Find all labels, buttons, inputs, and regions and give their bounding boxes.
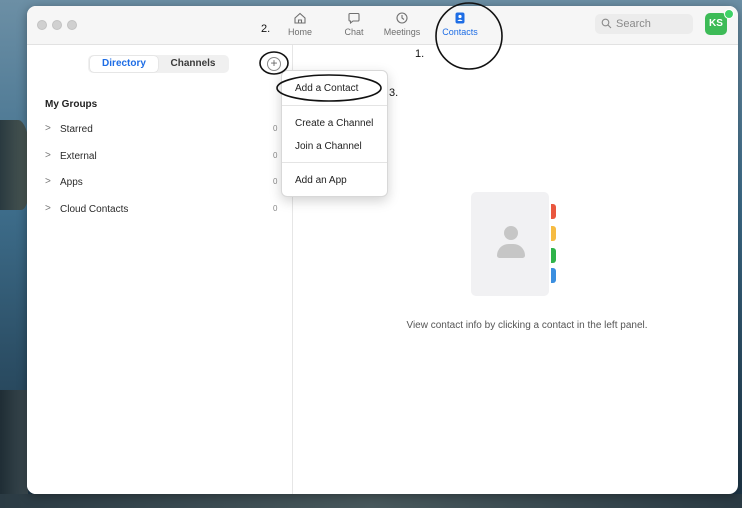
home-icon xyxy=(294,12,306,24)
menu-item-join-channel[interactable]: Join a Channel xyxy=(282,137,387,157)
group-count: 0 xyxy=(273,151,278,160)
person-icon-head xyxy=(504,226,518,240)
chevron-right-icon: > xyxy=(45,123,51,134)
desktop-rock xyxy=(0,390,28,500)
group-count: 0 xyxy=(273,177,278,186)
chevron-right-icon: > xyxy=(45,150,51,161)
chat-bubble-icon xyxy=(348,12,360,25)
chevron-right-icon: > xyxy=(45,176,51,187)
group-count: 0 xyxy=(273,124,278,133)
annotation-step-2: 2. xyxy=(261,23,271,35)
contact-book-icon xyxy=(455,12,465,24)
add-button[interactable]: + xyxy=(267,57,281,71)
group-name: Cloud Contacts xyxy=(60,204,129,215)
menu-divider xyxy=(282,105,387,106)
my-groups-heading: My Groups xyxy=(45,99,98,110)
empty-state-message: View contact info by clicking a contact … xyxy=(406,320,648,331)
add-menu: Add a Contact Create a Channel Join a Ch… xyxy=(281,70,388,197)
close-window-button[interactable] xyxy=(37,20,47,30)
contacts-sidebar: Directory Channels + My Groups > Starred… xyxy=(27,45,293,494)
nav-home-label: Home xyxy=(287,27,312,37)
nav-meetings[interactable]: Meetings xyxy=(374,10,430,42)
person-icon-body xyxy=(497,244,525,258)
menu-item-create-channel[interactable]: Create a Channel xyxy=(282,114,387,134)
group-name: Starred xyxy=(60,124,93,135)
annotation-step-1: 1. xyxy=(415,48,425,60)
search-input[interactable]: Search xyxy=(595,14,693,34)
search-icon xyxy=(601,18,612,29)
group-name: External xyxy=(60,151,97,162)
zoom-window-button[interactable] xyxy=(67,20,77,30)
annotation-step-3: 3. xyxy=(389,87,399,99)
chevron-right-icon: > xyxy=(45,203,51,214)
directory-channels-switch: Directory Channels xyxy=(88,55,229,73)
book-tab-blue xyxy=(551,268,556,283)
menu-item-add-contact[interactable]: Add a Contact xyxy=(282,79,387,99)
group-row-starred[interactable]: > Starred 0 xyxy=(27,120,292,140)
nav-contacts-label: Contacts xyxy=(442,27,478,37)
search-placeholder: Search xyxy=(616,18,651,30)
book-tab-green xyxy=(551,248,556,263)
group-row-apps[interactable]: > Apps 0 xyxy=(27,173,292,193)
group-row-external[interactable]: > External 0 xyxy=(27,147,292,167)
book-tab-yellow xyxy=(551,226,556,241)
desktop-shore xyxy=(0,494,742,508)
online-status-dot xyxy=(724,9,734,19)
title-bar: Home Chat Meetings Contacts Search KS xyxy=(27,6,738,45)
app-window: Home Chat Meetings Contacts Search KS Di… xyxy=(27,6,738,494)
tab-directory[interactable]: Directory xyxy=(90,56,158,72)
group-row-cloud-contacts[interactable]: > Cloud Contacts 0 xyxy=(27,200,292,220)
desktop-rock xyxy=(0,120,30,210)
nav-meetings-label: Meetings xyxy=(383,27,421,37)
book-tab-red xyxy=(551,204,556,219)
tab-channels[interactable]: Channels xyxy=(160,56,226,72)
menu-divider xyxy=(282,162,387,163)
group-name: Apps xyxy=(60,177,83,188)
clock-icon xyxy=(396,12,408,24)
nav-home[interactable]: Home xyxy=(272,10,328,42)
nav-contacts[interactable]: Contacts xyxy=(432,10,488,42)
group-count: 0 xyxy=(273,204,278,213)
minimize-window-button[interactable] xyxy=(52,20,62,30)
menu-item-add-app[interactable]: Add an App xyxy=(282,171,387,191)
